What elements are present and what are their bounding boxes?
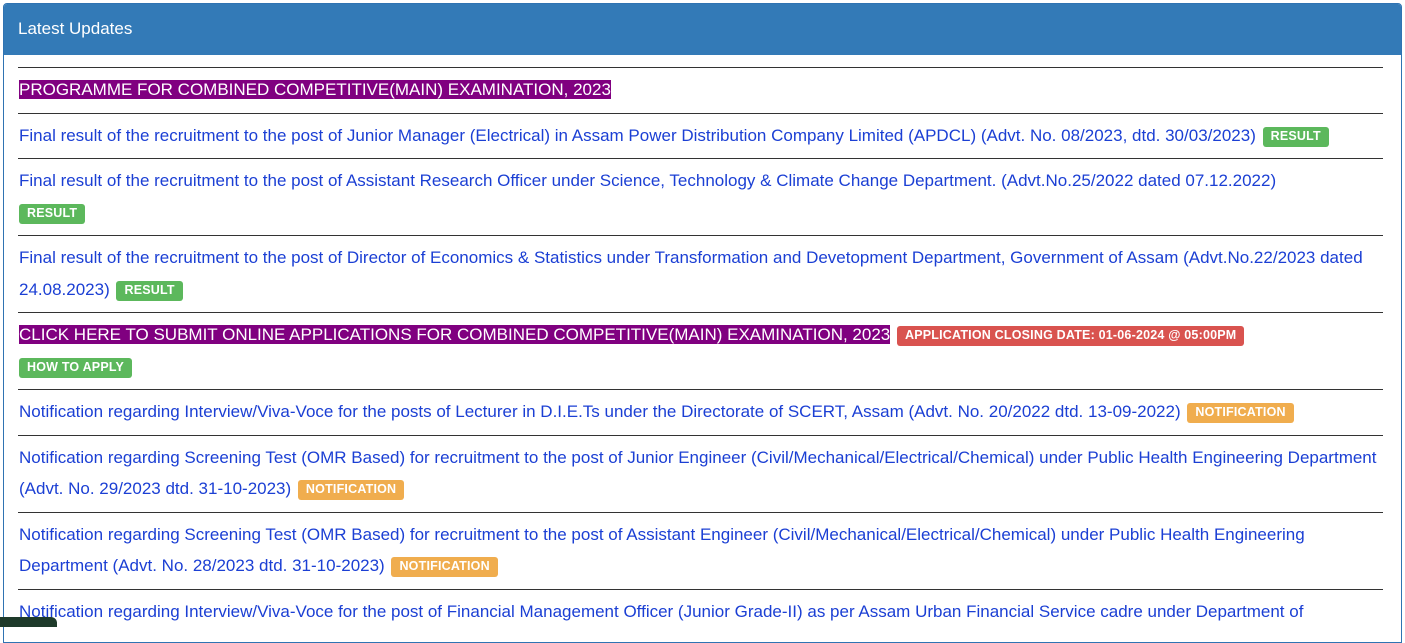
update-link[interactable]: Notification regarding Interview/Viva-Vo…: [19, 402, 1181, 421]
result-badge[interactable]: RESULT: [1262, 126, 1329, 147]
update-link[interactable]: Final result of the recruitment to the p…: [19, 126, 1256, 145]
list-item: Notification regarding Screening Test (O…: [18, 511, 1383, 589]
list-item: Notification regarding Interview/Viva-Vo…: [18, 588, 1383, 635]
notification-badge[interactable]: NOTIFICATION: [297, 480, 405, 500]
update-link[interactable]: Final result of the recruitment to the p…: [19, 248, 1363, 299]
list-item: Final result of the recruitment to the p…: [18, 112, 1383, 159]
online-application-link[interactable]: CLICK HERE TO SUBMIT ONLINE APPLICATIONS…: [19, 325, 891, 344]
update-link[interactable]: Notification regarding Interview/Viva-Vo…: [19, 602, 1303, 621]
panel-title: Latest Updates: [18, 19, 133, 38]
panel-heading: Latest Updates: [4, 4, 1401, 55]
notification-badge[interactable]: NOTIFICATION: [391, 557, 498, 577]
list-item: PROGRAMME FOR COMBINED COMPETITIVE(MAIN)…: [18, 67, 1383, 113]
how-to-apply-badge[interactable]: HOW TO APPLY: [19, 357, 133, 378]
latest-updates-panel: Latest Updates PROGRAMME FOR COMBINED CO…: [3, 3, 1402, 643]
list-item: CLICK HERE TO SUBMIT ONLINE APPLICATIONS…: [18, 312, 1383, 389]
result-badge[interactable]: RESULT: [19, 203, 86, 224]
closing-date-badge: APPLICATION CLOSING DATE: 01-06-2024 @ 0…: [896, 326, 1245, 346]
update-link[interactable]: PROGRAMME FOR COMBINED COMPETITIVE(MAIN)…: [19, 80, 611, 99]
update-link[interactable]: Notification regarding Screening Test (O…: [19, 448, 1377, 499]
update-link[interactable]: Final result of the recruitment to the p…: [19, 171, 1276, 190]
list-item: Notification regarding Interview/Viva-Vo…: [18, 389, 1383, 435]
update-link[interactable]: Notification regarding Screening Test (O…: [19, 525, 1305, 576]
result-badge[interactable]: RESULT: [116, 280, 183, 301]
list-item: Final result of the recruitment to the p…: [18, 235, 1383, 312]
updates-list: PROGRAMME FOR COMBINED COMPETITIVE(MAIN)…: [18, 67, 1383, 634]
notification-badge[interactable]: NOTIFICATION: [1187, 403, 1294, 423]
corner-widget-tab[interactable]: [0, 617, 57, 627]
list-item: Notification regarding Screening Test (O…: [18, 434, 1383, 512]
panel-body: PROGRAMME FOR COMBINED COMPETITIVE(MAIN)…: [4, 67, 1401, 634]
list-item: Final result of the recruitment to the p…: [18, 158, 1383, 235]
